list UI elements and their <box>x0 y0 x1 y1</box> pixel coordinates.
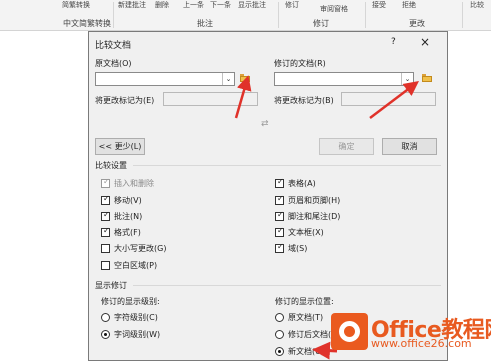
red-arrow-new-document <box>312 341 338 360</box>
red-arrow-original <box>234 75 252 119</box>
annotation-arrows <box>234 75 419 360</box>
red-arrow-revised <box>369 80 419 119</box>
watermark-url: www.office26.com <box>371 337 472 350</box>
office-logo-icon <box>331 313 368 350</box>
